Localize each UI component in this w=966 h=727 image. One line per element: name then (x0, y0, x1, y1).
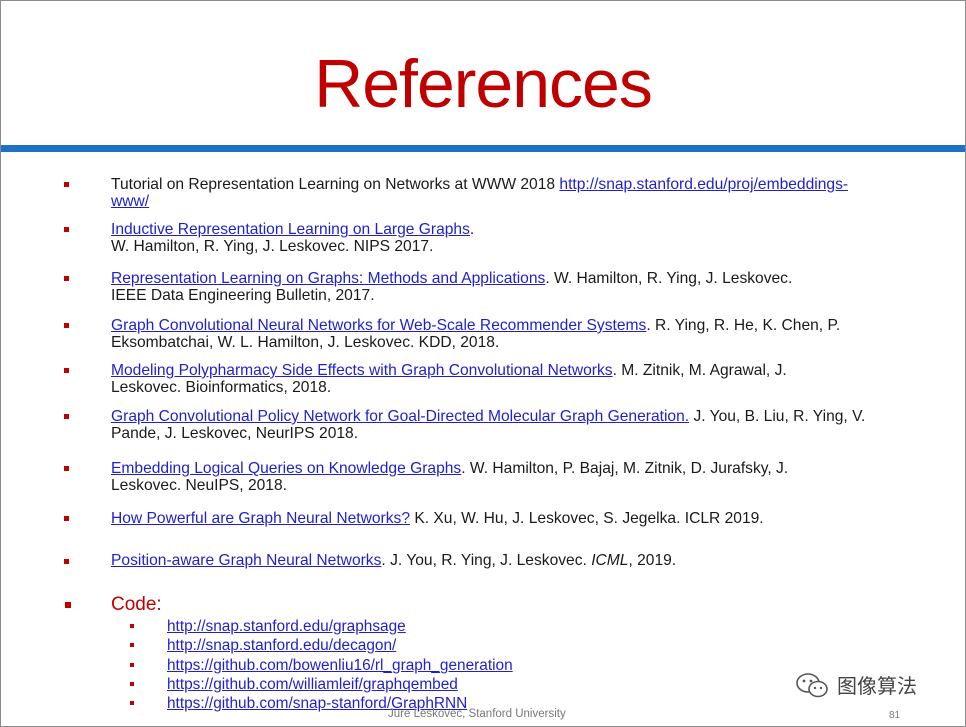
reference-item: Embedding Logical Queries on Knowledge G… (111, 460, 931, 494)
reference-text: . (469, 221, 475, 238)
bullet-marker (64, 323, 69, 328)
reference-citation: IEEE Data Engineering Bulletin, 2017. (111, 286, 375, 304)
reference-item: Representation Learning on Graphs: Metho… (111, 270, 931, 304)
wechat-icon (796, 672, 828, 697)
reference-link[interactable]: Graph Convolutional Policy Network for G… (111, 408, 689, 425)
bullet-marker (64, 227, 69, 232)
bullet-marker (64, 182, 69, 187)
reference-item: Graph Convolutional Policy Network for G… (111, 408, 931, 442)
bullet-marker (64, 276, 69, 281)
code-item: https://github.com/williamleif/graphqemb… (167, 676, 458, 693)
reference-link[interactable]: How Powerful are Graph Neural Networks? (111, 510, 410, 527)
sub-bullet-marker (130, 682, 134, 686)
sub-bullet-marker (130, 701, 134, 705)
reference-venue: ICML (591, 552, 629, 569)
code-link[interactable]: https://github.com/bowenliu16/rl_graph_g… (167, 657, 513, 674)
reference-text: J. You, B. Liu, R. Ying, V. (689, 408, 866, 425)
code-heading: Code: (111, 594, 162, 615)
bullet-marker (64, 414, 69, 419)
reference-text: . W. Hamilton, P. Bajaj, M. Zitnik, D. J… (461, 460, 789, 477)
sub-bullet-marker (130, 643, 134, 647)
reference-item: Tutorial on Representation Learning on N… (111, 176, 931, 210)
reference-text: K. Xu, W. Hu, J. Leskovec, S. Jegelka. I… (410, 510, 764, 527)
reference-citation: Pande, J. Leskovec, NeurIPS 2018. (111, 424, 359, 442)
footer-author: Jure Leskovec, Stanford University (388, 708, 566, 720)
sub-bullet-marker (130, 624, 134, 628)
reference-link-continuation[interactable]: www/ (111, 193, 149, 210)
reference-link[interactable]: Embedding Logical Queries on Knowledge G… (111, 460, 461, 477)
reference-text: . M. Zitnik, M. Agrawal, J. (612, 362, 787, 379)
sub-bullet-marker (130, 663, 134, 667)
code-item: https://github.com/bowenliu16/rl_graph_g… (167, 657, 513, 674)
code-link[interactable]: http://snap.stanford.edu/graphsage (167, 618, 406, 635)
bullet-marker (64, 516, 69, 521)
reference-link[interactable]: Graph Convolutional Neural Networks for … (111, 317, 646, 334)
reference-item: Position-aware Graph Neural Networks. J.… (111, 552, 931, 570)
reference-link[interactable]: Representation Learning on Graphs: Metho… (111, 270, 545, 287)
reference-citation: W. Hamilton, R. Ying, J. Leskovec. NIPS … (111, 237, 434, 255)
reference-text: Tutorial on Representation Learning on N… (111, 176, 560, 193)
reference-link[interactable]: Modeling Polypharmacy Side Effects with … (111, 362, 613, 379)
reference-item: Modeling Polypharmacy Side Effects with … (111, 362, 931, 396)
slide-title: References (314, 46, 653, 122)
code-link[interactable]: https://github.com/williamleif/graphqemb… (167, 676, 458, 693)
code-link[interactable]: http://snap.stanford.edu/decagon/ (167, 637, 396, 654)
reference-text: , 2019. (628, 552, 677, 569)
reference-link[interactable]: Position-aware Graph Neural Networks (111, 552, 381, 569)
watermark: 图像算法 (795, 670, 917, 699)
reference-item: Inductive Representation Learning on Lar… (111, 221, 931, 255)
watermark-text: 图像算法 (837, 676, 917, 698)
bullet-marker (64, 466, 69, 471)
reference-text: . J. You, R. Ying, J. Leskovec. (381, 552, 592, 569)
title-divider (1, 145, 965, 152)
code-item: http://snap.stanford.edu/graphsage (167, 618, 406, 635)
reference-link[interactable]: Inductive Representation Learning on Lar… (111, 221, 470, 238)
code-item: http://snap.stanford.edu/decagon/ (167, 637, 396, 654)
reference-text: . R. Ying, R. He, K. Chen, P. (646, 317, 841, 334)
reference-link[interactable]: http://snap.stanford.edu/proj/embeddings… (559, 176, 848, 193)
reference-citation: Leskovec. Bioinformatics, 2018. (111, 378, 332, 396)
reference-citation: Eksombatchai, W. L. Hamilton, J. Leskove… (111, 333, 500, 351)
page-number: 81 (889, 710, 901, 721)
bullet-marker (64, 368, 69, 373)
reference-citation: Leskovec. NeuIPS, 2018. (111, 476, 287, 494)
bullet-marker (64, 559, 69, 564)
bullet-marker (65, 602, 71, 608)
reference-item: Graph Convolutional Neural Networks for … (111, 317, 931, 351)
reference-text: . W. Hamilton, R. Ying, J. Leskovec. (545, 270, 793, 287)
reference-item: How Powerful are Graph Neural Networks? … (111, 510, 931, 528)
